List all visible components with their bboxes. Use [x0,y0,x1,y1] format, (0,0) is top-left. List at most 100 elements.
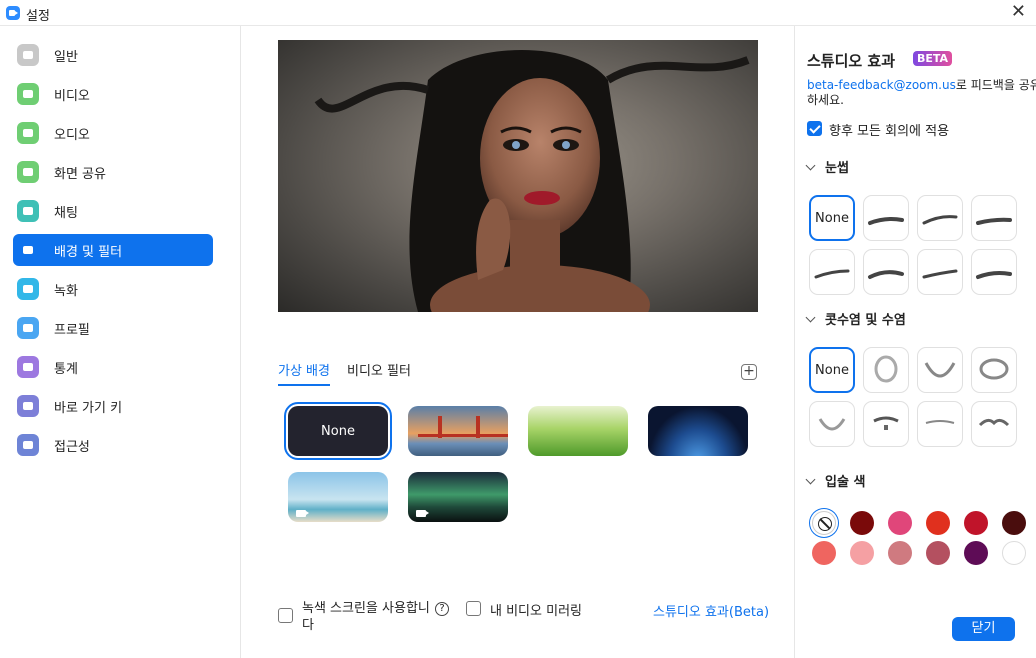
eyebrow-icon [922,215,958,225]
beard-icon [978,418,1010,427]
mustache-none-label: None [815,362,849,378]
icon-glyph [23,90,33,98]
background-panel: 가상 배경 비디오 필터 + None 녹색 스크린을 사용합니다 ? 내 비디… [241,26,795,658]
sidebar-item-6[interactable]: 녹화 [13,273,213,305]
icon-glyph [23,129,33,137]
background-earth[interactable] [648,406,748,456]
eyebrows-option[interactable] [863,249,909,295]
mustache-option[interactable] [971,347,1017,393]
mustache-section-header[interactable]: 콧수염 및 수염 [805,309,906,328]
add-background-button[interactable]: + [741,364,757,380]
sidebar-item-label: 화면 공유 [54,166,106,182]
background-aurora[interactable] [408,472,508,522]
video-preview [278,40,758,312]
close-button[interactable]: 닫기 [952,617,1015,641]
lip-color-swatch[interactable] [926,541,950,565]
green-screen-label: 녹색 스크린을 사용합니다 [302,601,430,633]
lip-color-swatch[interactable] [812,541,836,565]
eyebrows-option[interactable] [971,249,1017,295]
eyebrows-option[interactable] [863,195,909,241]
feedback-link[interactable]: beta-feedback@zoom.us [807,78,956,92]
background-beach[interactable] [288,472,388,522]
chat-icon [17,200,39,222]
lip-color-section-header[interactable]: 입술 색 [805,471,865,490]
beard-icon [925,420,955,424]
mustache-title: 콧수염 및 수염 [825,313,906,328]
sidebar-item-label: 통계 [54,361,78,377]
lip-color-swatch[interactable] [888,541,912,565]
eyebrow-icon [868,217,904,225]
lip-color-swatch[interactable] [850,541,874,565]
sidebar-item-5[interactable]: 배경 및 필터 [13,234,213,266]
sidebar-item-label: 배경 및 필터 [54,244,123,260]
eyebrows-title: 눈썹 [825,161,849,176]
lip-color-swatch[interactable] [850,511,874,535]
record-icon [17,278,39,300]
stats-icon [17,356,39,378]
mustache-option[interactable] [809,401,855,447]
sidebar-item-label: 접근성 [54,439,90,455]
window-title: 설정 [26,9,50,24]
mustache-option[interactable] [863,401,909,447]
profile-icon [17,317,39,339]
mustache-none-option[interactable]: None [809,347,855,393]
icon-glyph [23,207,33,215]
icon-glyph [23,246,33,254]
sidebar-item-label: 비디오 [54,88,90,104]
mirror-video-checkbox[interactable] [466,601,481,616]
beard-icon [873,416,899,430]
sidebar-item-label: 일반 [54,49,78,65]
eyebrows-option[interactable] [809,249,855,295]
screen-share-icon [17,161,39,183]
sidebar-item-2[interactable]: 오디오 [13,117,213,149]
eyebrows-option[interactable] [917,195,963,241]
tab-virtual-background[interactable]: 가상 배경 [278,360,330,386]
background-tabs: 가상 배경 비디오 필터 [278,360,758,386]
lip-color-swatch[interactable] [888,511,912,535]
sidebar-item-4[interactable]: 채팅 [13,195,213,227]
chevron-down-icon [805,312,816,323]
studio-effects-link[interactable]: 스튜디오 효과(Beta) [653,601,769,620]
sidebar-item-label: 오디오 [54,127,90,143]
person-card-icon [17,239,39,261]
sidebar-item-label: 채팅 [54,205,78,221]
sidebar-item-1[interactable]: 비디오 [13,78,213,110]
mustache-option[interactable] [917,401,963,447]
lip-color-swatch[interactable] [964,541,988,565]
beard-icon [924,362,956,378]
eyebrows-none-label: None [815,210,849,226]
help-icon[interactable]: ? [435,602,449,616]
lip-color-swatch[interactable] [1002,541,1026,565]
sidebar-item-9[interactable]: 바로 가기 키 [13,390,213,422]
lip-color-swatch[interactable] [964,511,988,535]
icon-glyph [23,51,33,59]
window-close-icon[interactable]: ✕ [1011,3,1026,21]
background-none[interactable]: None [284,402,392,460]
sidebar-item-3[interactable]: 화면 공유 [13,156,213,188]
lip-color-swatch[interactable] [1002,511,1026,535]
background-golden-gate[interactable] [408,406,508,456]
apply-all-checkbox[interactable] [807,121,822,136]
eyebrows-option[interactable] [971,195,1017,241]
beard-icon [874,355,898,383]
tab-video-filter[interactable]: 비디오 필터 [347,360,411,384]
mustache-option[interactable] [971,401,1017,447]
video-badge-icon [296,510,309,517]
zoom-app-icon [6,6,20,20]
green-screen-checkbox[interactable] [278,608,293,623]
eyebrows-option[interactable] [917,249,963,295]
studio-effects-panel: 스튜디오 효과 BETA beta-feedback@zoom.us로 피드백을… [795,26,1036,658]
sidebar-item-0[interactable]: 일반 [13,39,213,71]
lip-color-swatch[interactable] [926,511,950,535]
mustache-option[interactable] [863,347,909,393]
eyebrows-none-option[interactable]: None [809,195,855,241]
icon-glyph [23,324,33,332]
sidebar-item-7[interactable]: 프로필 [13,312,213,344]
sidebar-item-label: 녹화 [54,283,78,299]
sidebar-item-10[interactable]: 접근성 [13,429,213,461]
sidebar-item-8[interactable]: 통계 [13,351,213,383]
lip-color-none-swatch[interactable] [812,511,836,535]
mustache-option[interactable] [917,347,963,393]
background-grass[interactable] [528,406,628,456]
eyebrows-section-header[interactable]: 눈썹 [805,157,849,176]
